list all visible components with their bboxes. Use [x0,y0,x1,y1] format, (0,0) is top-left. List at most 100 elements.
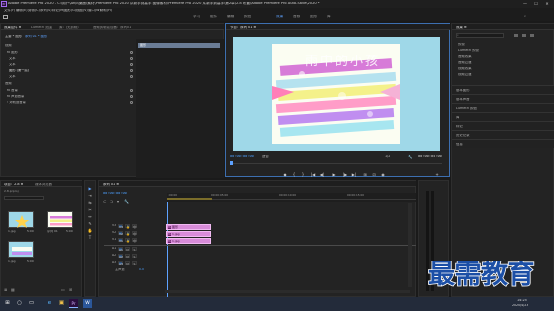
effects-folder-audio-transitions[interactable]: 音频过渡 [458,61,472,64]
edge-icon[interactable]: e [45,299,54,308]
step-back-icon[interactable]: ◀| [319,172,325,177]
mute-button[interactable]: M [125,261,130,266]
new-item-icon[interactable]: ⊞ [69,287,72,292]
tab-project[interactable]: 项目：2.8 ≡ [4,183,23,186]
tab-sequence[interactable]: 序列 01 ≡ [103,183,119,186]
project-item-thumbnail[interactable] [8,211,34,228]
eye-icon[interactable]: 👁 [132,238,137,243]
linked-selection-icon[interactable]: ⊃ [110,199,113,204]
project-item-thumbnail[interactable] [8,241,34,258]
program-playhead[interactable] [230,161,233,165]
fx-row-panner[interactable]: › 对轨道音量 [7,101,26,104]
reset-icon[interactable] [130,101,133,104]
effects-folder-lumetri-presets[interactable]: Lumetri 预设 [458,49,479,52]
program-video-frame[interactable]: 雨中的小孩 [233,37,440,151]
menu-clip[interactable]: 剪辑(C) [28,9,40,12]
snap-icon[interactable]: ⊂ [103,199,106,204]
eye-icon[interactable]: 👁 [132,224,137,229]
track-label-v2[interactable]: V2 [112,231,116,234]
tab-source[interactable]: 源：(无剪辑) [59,26,79,29]
track-select-tool-icon[interactable]: ⇥ [87,193,93,199]
menu-view[interactable]: 视图(V) [76,9,88,12]
reset-icon[interactable] [130,57,133,60]
tab-program[interactable]: 节目：序列 01 ≡ [230,26,256,29]
fx-row-text-3[interactable]: 文本 [9,75,16,78]
solo-button[interactable]: S [132,247,137,252]
track-target-v3[interactable]: V3 [118,224,123,229]
task-view-icon[interactable]: ▭ [27,299,36,308]
solo-button[interactable]: S [132,254,137,259]
fx-row-graphic[interactable]: fx 图形 [7,51,18,54]
new-bin-icon[interactable]: ▭ [61,287,65,292]
pen-tool-icon[interactable]: ✎ [87,221,93,227]
effect-clip-bar[interactable]: 图形 [138,43,220,48]
eye-icon[interactable]: 👁 [132,231,137,236]
search-icon[interactable]: ⌕ [524,15,526,19]
tab-lumetri-scopes[interactable]: Lumetri 范围 [31,26,52,29]
track-target-v1[interactable]: V1 [118,238,123,243]
effects-folder-video-effects[interactable]: 视频效果 [458,67,472,70]
section-libraries[interactable]: 库 [452,112,554,121]
extract-icon[interactable]: ⊡ [371,172,377,177]
workspace-color[interactable]: 颜色 [244,15,251,19]
ripple-edit-tool-icon[interactable]: ⇆ [87,200,93,206]
reset-icon[interactable] [130,63,133,66]
workspace-assembly[interactable]: 组件 [210,15,217,19]
timeline-playhead[interactable] [167,202,168,298]
track-label-a3[interactable]: A3 [112,261,116,264]
workspace-libraries[interactable]: 库 [327,15,331,19]
workspace-audio[interactable]: 音频 [293,15,300,19]
track-label-v1[interactable]: V1 [112,238,116,241]
timeline-settings-icon[interactable]: 🔧 [124,199,129,204]
add-marker-icon[interactable]: ◆ [282,172,288,177]
lock-icon[interactable]: 🔒 [125,238,130,243]
fx-row-volume[interactable]: fx 音量 [7,89,18,92]
fx-row-text-1[interactable]: 文本 [9,57,16,60]
workspace-learn[interactable]: 学习 [193,15,200,19]
section-markers[interactable]: 标记 [452,121,554,130]
section-essential-graphics[interactable]: 基本图形 [452,85,554,94]
timeline-vertical-scrollbar[interactable] [408,203,412,287]
reset-icon[interactable] [130,51,133,54]
section-essential-sound[interactable]: 基本声音 [452,94,554,103]
mute-button[interactable]: M [125,254,130,259]
track-target-a1[interactable]: A1 [118,247,123,252]
menu-file[interactable]: 文件(F) [4,9,15,12]
yuv-effects-icon[interactable] [530,34,534,37]
export-frame-icon[interactable]: ◉ [380,172,386,177]
menu-sequence[interactable]: 序列(S) [40,9,52,12]
slip-tool-icon[interactable]: ↔ [87,214,93,220]
track-target-a2[interactable]: A2 [118,254,123,259]
program-playhead-timecode[interactable]: 00:00:00:00 [230,155,254,159]
effects-folder-presets[interactable]: 预设 [458,43,465,46]
selection-tool-icon[interactable]: ▶ [87,186,93,192]
tab-effects[interactable]: 效果 ≡ [456,26,467,29]
effects-search-input[interactable] [456,33,504,38]
type-tool-icon[interactable]: T [87,235,93,241]
track-label-a1[interactable]: A1 [112,247,116,250]
tab-effect-controls[interactable]: 效果控件 ≡ [4,26,21,29]
reset-icon[interactable] [130,69,133,72]
reset-icon[interactable] [130,95,133,98]
menu-marker[interactable]: 标记(M) [52,9,64,12]
workspace-graphics[interactable]: 图形 [310,15,317,19]
minimize-button[interactable]: — [520,1,530,7]
razor-tool-icon[interactable]: ✂ [87,207,93,213]
hand-tool-icon[interactable]: ✋ [87,228,93,234]
menu-graphics[interactable]: 图形(G) [64,9,76,12]
fx-row-channel-volume[interactable]: fx 声道音量 [7,95,24,98]
zoom-fit-select[interactable]: 适合 [262,155,269,158]
timeline-timecode[interactable]: 00:00:00:00 [103,192,127,196]
mute-button[interactable]: M [125,247,130,252]
program-scrubber[interactable] [230,163,442,164]
fx-row-text-2[interactable]: 文本 [9,63,16,66]
solo-button[interactable]: S [132,261,137,266]
project-item-thumbnail[interactable] [47,211,73,228]
wrench-icon[interactable]: 🔧 [408,155,412,159]
32bit-effects-icon[interactable] [522,34,526,37]
section-lumetri-color[interactable]: Lumetri 颜色 [452,103,554,112]
timeline-clip-v1[interactable]: fx 1.jpg [166,238,211,244]
workspace-effects[interactable]: 效果 [276,15,283,19]
start-icon[interactable]: ⊞ [3,299,12,308]
effects-folder-audio-effects[interactable]: 音频效果 [458,55,472,58]
